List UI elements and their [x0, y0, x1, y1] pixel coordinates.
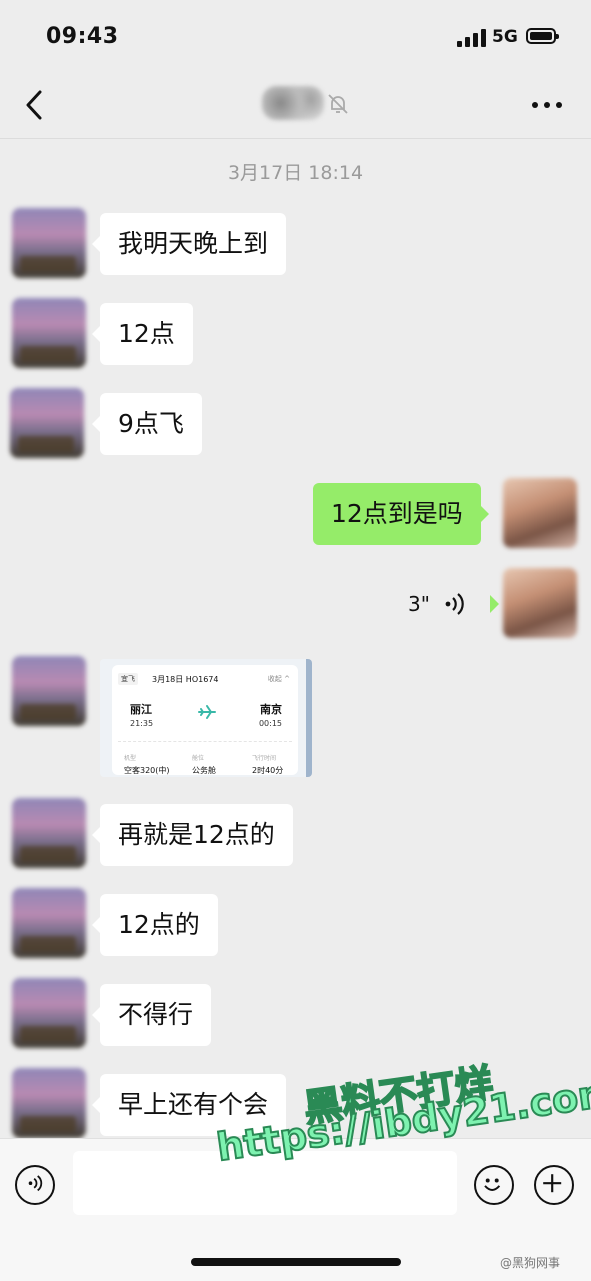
contact-avatar[interactable]	[12, 656, 86, 726]
signal-icon	[457, 29, 487, 47]
aircraft-value: 空客320(中)	[124, 766, 170, 775]
message-text: 9点飞	[118, 409, 184, 438]
flight-card-edge	[306, 659, 312, 777]
voice-input-icon[interactable]	[15, 1165, 55, 1205]
mute-bell-icon	[328, 94, 348, 114]
departure-city: 丽江	[130, 703, 152, 716]
message-bubble[interactable]: 12点	[92, 303, 193, 365]
message-bubble[interactable]: 我明天晚上到	[91, 213, 287, 275]
cabin-label: 舱位	[192, 755, 205, 762]
contact-avatar[interactable]	[12, 298, 86, 368]
battery-icon	[526, 28, 559, 44]
flight-collapse-toggle[interactable]: 收起 ^	[268, 674, 290, 684]
message-input[interactable]	[73, 1151, 457, 1215]
flight-card-panel: 宜飞 3月18日 HO1674 收起 ^ 丽江 21:35 南京 00:15 机…	[112, 665, 298, 775]
voice-wave-icon	[445, 593, 464, 615]
status-bar: 09:43 5G	[0, 0, 591, 76]
back-arrow-icon[interactable]	[20, 88, 50, 122]
chat-header	[0, 76, 591, 139]
flight-tag: 宜飞	[118, 673, 138, 685]
message-bubble[interactable]: 再就是12点的	[92, 804, 293, 866]
message-text: 不得行	[118, 1000, 194, 1029]
flight-info-card[interactable]: 宜飞 3月18日 HO1674 收起 ^ 丽江 21:35 南京 00:15 机…	[100, 659, 312, 777]
departure-time: 21:35	[130, 719, 154, 728]
emoji-icon[interactable]	[474, 1165, 514, 1205]
flight-date-number: 3月18日 HO1674	[152, 675, 219, 684]
duration-label: 飞行时间	[252, 755, 277, 762]
cabin-value: 公务舱	[192, 766, 216, 775]
contact-name-blurred	[262, 86, 324, 120]
contact-avatar[interactable]	[12, 1068, 86, 1138]
arrival-city: 南京	[260, 703, 282, 716]
status-time: 09:43	[46, 24, 119, 49]
home-indicator[interactable]	[191, 1258, 401, 1266]
network-type: 5G	[492, 27, 518, 47]
plane-icon	[198, 705, 216, 719]
duration-value: 2时40分	[252, 766, 284, 775]
weibo-watermark: @黑狗网事	[500, 1256, 561, 1270]
arrival-time: 00:15	[258, 719, 282, 728]
contact-avatar[interactable]	[12, 978, 86, 1048]
message-bubble[interactable]: 早上还有个会	[91, 1074, 287, 1136]
contact-avatar[interactable]	[12, 208, 86, 278]
message-bubble[interactable]: 9点飞	[92, 393, 202, 455]
contact-avatar[interactable]	[10, 388, 84, 458]
message-text: 12点的	[118, 910, 200, 939]
plus-icon[interactable]	[534, 1165, 574, 1205]
message-text: 我明天晚上到	[118, 229, 269, 258]
message-bubble[interactable]: 12点到是吗	[313, 483, 489, 545]
message-bubble[interactable]: 不得行	[91, 984, 212, 1046]
contact-avatar[interactable]	[12, 888, 86, 958]
message-text: 再就是12点的	[118, 820, 275, 849]
message-text: 12点到是吗	[331, 499, 463, 528]
divider	[118, 741, 292, 742]
message-bubble[interactable]: 12点的	[92, 894, 218, 956]
contact-avatar[interactable]	[12, 798, 86, 868]
aircraft-label: 机型	[124, 755, 137, 762]
message-text: 12点	[118, 319, 175, 348]
chat-timestamp: 3月17日 18:14	[227, 162, 364, 184]
message-text: 早上还有个会	[118, 1090, 269, 1119]
voice-duration: 3"	[408, 592, 430, 616]
watermark-text: 黑料不打烊	[300, 1059, 496, 1131]
own-avatar[interactable]	[503, 568, 577, 638]
more-dots-icon[interactable]	[530, 100, 564, 110]
own-avatar[interactable]	[503, 478, 577, 548]
